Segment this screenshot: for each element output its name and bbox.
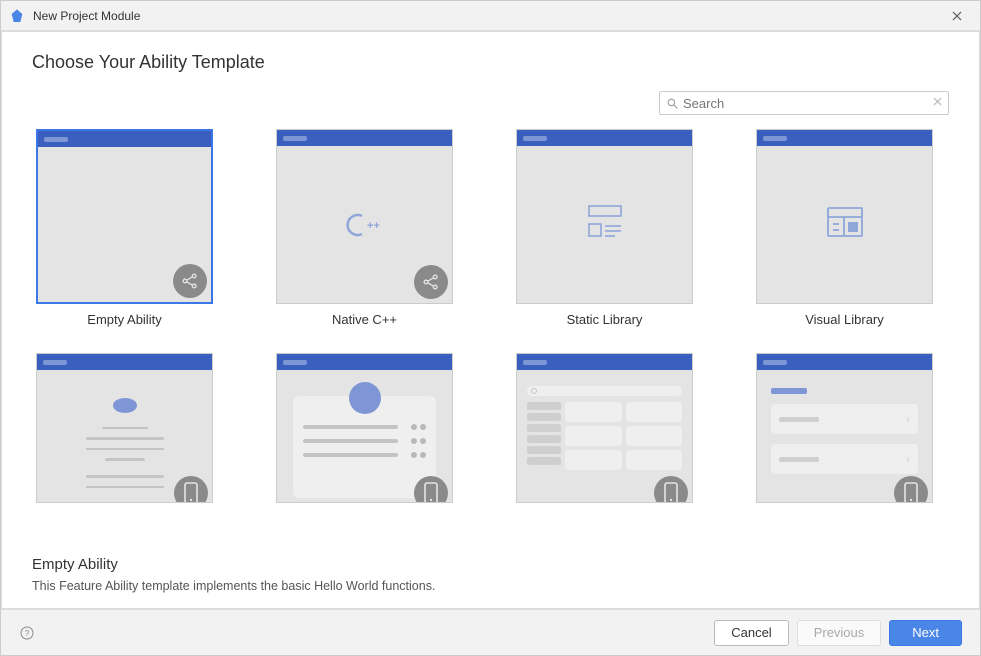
tile-header bbox=[38, 131, 211, 147]
template-tile-native-cpp[interactable]: ++ bbox=[276, 129, 453, 304]
description-text: This Feature Ability template implements… bbox=[32, 579, 949, 593]
search-row bbox=[32, 91, 949, 115]
static-lib-icon bbox=[583, 204, 627, 245]
svg-text:?: ? bbox=[25, 629, 30, 638]
share-badge-icon bbox=[414, 265, 448, 299]
template-tile-visual-library[interactable] bbox=[756, 129, 933, 304]
template-item: ++ Native C++ bbox=[272, 129, 457, 327]
template-tile-empty-ability[interactable] bbox=[36, 129, 213, 304]
search-icon bbox=[666, 97, 679, 110]
template-item bbox=[32, 353, 217, 503]
template-item: › › bbox=[752, 353, 937, 503]
template-label: Native C++ bbox=[332, 312, 397, 327]
cpp-icon: ++ bbox=[340, 210, 390, 240]
list-mock-icon: › › bbox=[771, 388, 918, 498]
template-grid-wrap: Empty Ability ++ bbox=[32, 129, 949, 536]
page-title: Choose Your Ability Template bbox=[32, 52, 949, 73]
template-tile-static-library[interactable] bbox=[516, 129, 693, 304]
tile-header bbox=[517, 130, 692, 146]
template-item: Empty Ability bbox=[32, 129, 217, 327]
template-grid: Empty Ability ++ bbox=[32, 129, 949, 503]
template-item bbox=[272, 353, 457, 503]
close-icon[interactable] bbox=[942, 11, 972, 21]
template-label: Empty Ability bbox=[87, 312, 161, 327]
login-mock-icon bbox=[293, 396, 436, 498]
svg-text:++: ++ bbox=[367, 220, 380, 232]
tile-body bbox=[517, 146, 692, 303]
about-mock-icon bbox=[63, 398, 186, 492]
phone-badge-icon bbox=[174, 476, 208, 503]
content-panel: Choose Your Ability Template bbox=[1, 31, 980, 609]
cancel-button[interactable]: Cancel bbox=[714, 620, 788, 646]
tile-header bbox=[757, 130, 932, 146]
footer: ? Cancel Previous Next bbox=[1, 609, 980, 655]
phone-badge-icon bbox=[654, 476, 688, 503]
description-block: Empty Ability This Feature Ability templ… bbox=[32, 546, 949, 593]
search-input[interactable] bbox=[683, 96, 933, 111]
tile-header bbox=[277, 354, 452, 370]
template-item: Visual Library bbox=[752, 129, 937, 327]
template-item: Static Library bbox=[512, 129, 697, 327]
template-tile-grid[interactable] bbox=[516, 353, 693, 503]
window-title: New Project Module bbox=[33, 9, 942, 23]
template-tile-about[interactable] bbox=[36, 353, 213, 503]
template-tile-list[interactable]: › › bbox=[756, 353, 933, 503]
dialog-window: New Project Module Choose Your Ability T… bbox=[0, 0, 981, 656]
app-icon bbox=[9, 8, 25, 24]
titlebar: New Project Module bbox=[1, 1, 980, 31]
tile-body bbox=[757, 146, 932, 303]
tile-header bbox=[517, 354, 692, 370]
search-box[interactable] bbox=[659, 91, 949, 115]
description-title: Empty Ability bbox=[32, 556, 949, 573]
visual-lib-icon bbox=[826, 206, 864, 243]
phone-badge-icon bbox=[414, 476, 448, 503]
share-badge-icon bbox=[173, 264, 207, 298]
tile-header bbox=[37, 354, 212, 370]
template-item bbox=[512, 353, 697, 503]
template-tile-login[interactable] bbox=[276, 353, 453, 503]
tile-header bbox=[757, 354, 932, 370]
template-label: Static Library bbox=[567, 312, 643, 327]
next-button[interactable]: Next bbox=[889, 620, 962, 646]
clear-search-icon[interactable] bbox=[933, 97, 942, 109]
previous-button[interactable]: Previous bbox=[797, 620, 882, 646]
tile-header bbox=[277, 130, 452, 146]
phone-badge-icon bbox=[894, 476, 928, 503]
template-label: Visual Library bbox=[805, 312, 884, 327]
help-icon[interactable]: ? bbox=[19, 625, 35, 641]
